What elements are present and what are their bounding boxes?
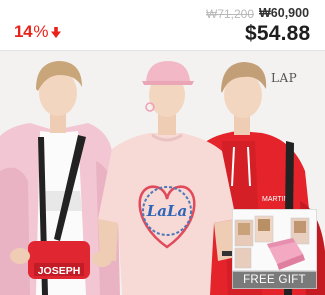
shirt-graphic-text: LaLa bbox=[146, 202, 188, 220]
product-card[interactable]: 14 % ₩71,200 ₩60,900 $54.88 JOSEPH MARTI… bbox=[0, 0, 325, 295]
sale-price-krw: ₩60,900 bbox=[259, 6, 310, 20]
product-image[interactable]: JOSEPH MARTIN LaLa LAP FREE GIFT bbox=[0, 51, 325, 295]
discount-badge: 14 % bbox=[14, 22, 62, 42]
price-header: 14 % ₩71,200 ₩60,900 $54.88 bbox=[0, 0, 325, 50]
discount-unit: % bbox=[33, 22, 49, 41]
discount-value: 14 bbox=[14, 22, 33, 41]
arrow-down-icon bbox=[51, 27, 62, 38]
bag-brand-text: JOSEPH bbox=[38, 265, 81, 277]
original-price: ₩71,200 bbox=[206, 7, 255, 21]
free-gift-label: FREE GIFT bbox=[232, 271, 317, 289]
sale-price-usd: $54.88 bbox=[245, 22, 311, 45]
free-gift-image bbox=[232, 209, 317, 271]
sleeve-text: MARTIN bbox=[262, 196, 289, 203]
gift-photo-cards-icon bbox=[233, 210, 316, 270]
brand-mark: LAP bbox=[271, 71, 298, 85]
free-gift-badge[interactable]: FREE GIFT bbox=[232, 209, 317, 289]
